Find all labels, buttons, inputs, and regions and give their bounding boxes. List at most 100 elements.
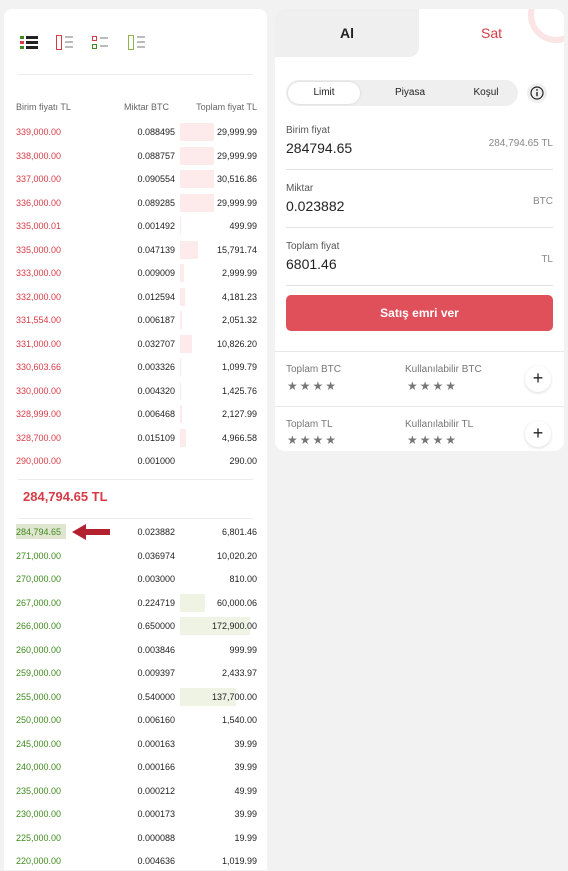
unit-price-field[interactable]: Birim fiyat 284794.65 284,794.65 TL [286,118,553,170]
sell-orders-view-icon[interactable] [56,35,74,50]
bid-order-row[interactable]: 245,000.00 0.000163 39.99 [4,734,267,754]
quantity-cell: 0.023882 [137,527,175,537]
ask-order-row[interactable]: 328,999.00 0.006468 2,127.99 [4,404,267,424]
price-cell: 220,000.00 [16,856,62,866]
bid-order-row[interactable]: 259,000.00 0.009397 2,433.97 [4,663,267,683]
price-cell: 331,000.00 [16,338,62,349]
order-type-selector: Limit Piyasa Koşul [286,80,518,106]
depth-bar [180,264,184,282]
all-orders-view-icon[interactable] [20,35,38,50]
bid-order-row[interactable]: 230,000.00 0.000173 39.99 [4,804,267,824]
price-cell: 332,000.00 [16,291,62,302]
quantity-cell: 0.004636 [137,856,175,866]
quantity-cell: 0.036974 [137,550,175,561]
quantity-cell: 0.009397 [137,668,175,678]
depth-bar [180,193,214,212]
amount-suffix: BTC [533,196,553,207]
tl-total-masked: ★★★★ [287,433,339,447]
unit-price-suffix: 284,794.65 TL [488,138,553,149]
bid-order-row[interactable]: 255,000.00 0.540000 137,700.00 [4,687,267,707]
bid-order-row[interactable]: 235,000.00 0.000212 49.99 [4,781,267,801]
buy-orders-view-icon[interactable] [128,35,146,50]
price-cell: 335,000.00 [16,244,62,255]
ask-order-row[interactable]: 333,000.00 0.009009 2,999.99 [4,263,267,283]
total-price-field[interactable]: Toplam fiyat 6801.46 TL [286,234,553,286]
quantity-cell: 0.090554 [137,174,175,184]
tab-buy[interactable]: Al [275,9,419,57]
ask-order-row[interactable]: 328,700.00 0.015109 4,966.58 [4,428,267,448]
bid-order-row[interactable]: 220,000.00 0.004636 1,019.99 [4,851,267,871]
bid-order-row[interactable]: 260,000.00 0.003846 999.99 [4,640,267,660]
plus-icon[interactable]: + [525,366,551,392]
price-cell: 235,000.00 [16,785,62,796]
tl-available-masked: ★★★★ [407,433,459,447]
order-book-panel: Birim fiyatı TL Miktar BTC Toplam fiyat … [4,9,267,870]
ask-order-row[interactable]: 335,000.01 0.001492 499.99 [4,216,267,236]
bid-order-row[interactable]: 270,000.00 0.003000 810.00 [4,569,267,589]
ask-order-row[interactable]: 335,000.00 0.047139 15,791.74 [4,240,267,260]
quantity-cell: 0.224719 [137,597,175,608]
price-cell: 266,000.00 [16,621,62,631]
ask-order-row[interactable]: 336,000.00 0.089285 29,999.99 [4,193,267,213]
info-icon[interactable] [527,83,547,103]
unit-price-label: Birim fiyat [286,125,330,136]
price-cell: 260,000.00 [16,644,62,655]
quantity-cell: 0.003326 [137,362,175,372]
depth-bar [180,381,181,400]
ask-order-row[interactable]: 330,000.00 0.004320 1,425.76 [4,381,267,401]
total-cell: 172,900.00 [211,621,257,631]
bid-order-row[interactable]: 266,000.00 0.650000 172,900.00 [4,616,267,636]
price-cell: 270,000.00 [16,574,62,584]
quantity-cell: 0.650000 [137,621,175,631]
ask-order-row[interactable]: 330,603.66 0.003326 1,099.79 [4,357,267,377]
total-cell: 10,020.20 [216,550,257,561]
bid-order-row[interactable]: 271,000.00 0.036974 10,020.20 [4,546,267,566]
amount-field[interactable]: Miktar 0.023882 BTC [286,176,553,228]
order-type-condition[interactable]: Koşul [450,82,522,104]
total-cell: 1,425.76 [221,385,257,396]
total-cell: 1,019.99 [221,856,257,866]
quantity-cell: 0.000212 [137,785,175,796]
bid-order-row[interactable]: 240,000.00 0.000166 39.99 [4,757,267,777]
depth-bar [180,287,185,306]
split-view-icon[interactable] [92,35,110,50]
ask-order-row[interactable]: 338,000.00 0.088757 29,999.99 [4,146,267,166]
price-cell: 284,794.65 [16,527,62,537]
order-type-limit[interactable]: Limit [288,82,360,104]
ask-order-row[interactable]: 331,554.00 0.006187 2,051.32 [4,310,267,330]
total-cell: 4,966.58 [221,432,257,443]
amount-input[interactable]: 0.023882 [286,198,344,214]
tl-total-label: Toplam TL [286,419,333,430]
price-cell: 245,000.00 [16,738,62,749]
ask-order-row[interactable]: 337,000.00 0.090554 30,516.86 [4,169,267,189]
total-cell: 2,999.99 [221,268,257,278]
bid-order-row[interactable]: 225,000.00 0.000088 19.99 [4,828,267,848]
total-cell: 29,999.99 [216,150,257,161]
quantity-cell: 0.001000 [137,456,175,466]
order-form-panel: Al Sat Limit Piyasa Koşul Birim fiyat 28… [275,9,564,451]
ask-order-row[interactable]: 331,000.00 0.032707 10,826.20 [4,334,267,354]
price-cell: 328,700.00 [16,432,62,443]
total-cell: 2,051.32 [221,315,257,325]
order-type-market[interactable]: Piyasa [374,82,446,104]
total-cell: 10,826.20 [216,338,257,349]
total-cell: 2,433.97 [221,668,257,678]
plus-icon[interactable]: + [525,421,551,447]
quantity-cell: 0.001492 [137,221,175,231]
ask-order-row[interactable]: 339,000.00 0.088495 29,999.99 [4,122,267,142]
price-cell: 255,000.00 [16,691,62,702]
bid-order-row[interactable]: 284,794.65 0.023882 6,801.46 [4,522,267,542]
total-cell: 29,999.99 [216,197,257,208]
price-cell: 333,000.00 [16,268,62,278]
bid-order-row[interactable]: 267,000.00 0.224719 60,000.06 [4,593,267,613]
ask-order-row[interactable]: 290,000.00 0.001000 290.00 [4,451,267,471]
bid-order-row[interactable]: 250,000.00 0.006160 1,540.00 [4,710,267,730]
divider [18,479,253,480]
total-price-input[interactable]: 6801.46 [286,256,337,272]
price-cell: 271,000.00 [16,550,62,561]
ask-order-row[interactable]: 332,000.00 0.012594 4,181.23 [4,287,267,307]
price-cell: 330,603.66 [16,362,62,372]
price-cell: 240,000.00 [16,762,62,772]
unit-price-input[interactable]: 284794.65 [286,140,352,156]
sell-order-button[interactable]: Satış emri ver [286,295,553,331]
